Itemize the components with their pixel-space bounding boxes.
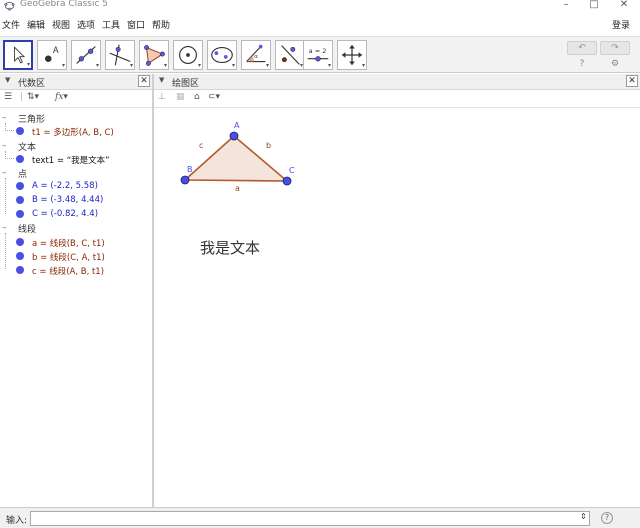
algebra-item-point-a[interactable]: A = (-2.2, 5.58) — [32, 181, 98, 191]
svg-text:α: α — [254, 54, 258, 60]
toolbar: ▾ A ▾ ▾ ▾ ▾ ▾ ▾ α ▾ ▾ a = 2 ▾ ▾ ↶ ↷ ? ⚙ — [0, 36, 640, 73]
visibility-dot[interactable] — [16, 127, 24, 135]
input-field[interactable] — [30, 511, 590, 526]
menu-tools[interactable]: 工具 — [102, 18, 120, 31]
collapse-icon[interactable]: – — [2, 113, 7, 123]
algebra-panel-title: 代数区 — [18, 79, 46, 89]
visibility-dot[interactable] — [16, 155, 24, 163]
maximize-button[interactable]: □ — [584, 0, 604, 13]
input-help-icon[interactable]: ? — [601, 512, 613, 524]
menu-window[interactable]: 窗口 — [127, 18, 145, 31]
circle-tool-button[interactable]: ▾ — [173, 40, 203, 70]
group-label-points: 点 — [18, 170, 28, 180]
input-history-arrow-icon[interactable]: ⇕ — [580, 512, 587, 521]
menu-bar: 文件 编辑 视图 选项 工具 窗口 帮助 登录 — [0, 14, 640, 34]
menu-options[interactable]: 选项 — [77, 18, 95, 31]
angle-tool-button[interactable]: α ▾ — [241, 40, 271, 70]
panel-menu-triangle-icon[interactable]: ▼ — [159, 76, 164, 84]
point-tool-button[interactable]: A ▾ — [37, 40, 67, 70]
graphics-panel-header: ▼ 绘图区 ✕ — [154, 74, 640, 90]
slider-tool-button[interactable]: a = 2 ▾ — [303, 40, 333, 70]
algebra-view: – 三角形 t1 = 多边形(A, B, C) – 文本 text1 = “我是… — [0, 108, 152, 507]
menu-edit[interactable]: 编辑 — [27, 18, 45, 31]
algebra-item-point-c[interactable]: C = (-0.82, 4.4) — [32, 209, 98, 219]
algebra-item-segment-c[interactable]: c = 线段(A, B, t1) — [32, 265, 104, 277]
algebra-panel-header: ▼ 代数区 ✕ — [0, 74, 152, 90]
window-title: GeoGebra Classic 5 — [20, 0, 109, 9]
reflect-tool-button[interactable]: ▾ — [275, 40, 305, 70]
group-label-triangle: 三角形 — [18, 115, 46, 125]
graphics-view[interactable] — [154, 108, 640, 507]
close-window-button[interactable]: ✕ — [614, 0, 634, 13]
redo-button[interactable]: ↷ — [600, 41, 630, 55]
collapse-icon[interactable]: – — [2, 141, 7, 151]
visibility-dot[interactable] — [16, 196, 24, 204]
algebra-style-bar: ☰ | ⇅▾ fx▾ — [0, 90, 152, 108]
collapse-icon[interactable]: – — [2, 168, 7, 178]
line-tool-button[interactable]: ▾ — [71, 40, 101, 70]
move-tool-button[interactable]: ▾ — [3, 40, 33, 70]
settings-gear-icon[interactable]: ⚙ — [608, 58, 622, 70]
visibility-dot[interactable] — [16, 238, 24, 246]
group-label-text: 文本 — [18, 143, 37, 153]
collapse-icon[interactable]: – — [2, 223, 7, 233]
axes-toggle-icon[interactable]: ⊥ — [158, 92, 166, 102]
svg-text:A: A — [53, 45, 59, 55]
title-bar: GeoGebra Classic 5 – □ ✕ — [0, 0, 640, 14]
perpendicular-line-tool-button[interactable]: ▾ — [105, 40, 135, 70]
panel-menu-triangle-icon[interactable]: ▼ — [5, 76, 10, 84]
menu-view[interactable]: 视图 — [52, 18, 70, 31]
point-capturing-icon[interactable]: ⊂▾ — [208, 92, 220, 102]
auxiliary-objects-icon[interactable]: ☰ — [4, 92, 12, 102]
polygon-tool-button[interactable]: ▾ — [139, 40, 169, 70]
visibility-dot[interactable] — [16, 182, 24, 190]
toolbar-help-icon[interactable]: ? — [575, 58, 589, 70]
input-bar: 输入: ⇕ ? — [0, 507, 640, 528]
menu-file[interactable]: 文件 — [2, 18, 20, 31]
move-graphics-tool-button[interactable]: ▾ — [337, 40, 367, 70]
visibility-dot[interactable] — [16, 266, 24, 274]
close-algebra-panel-button[interactable]: ✕ — [138, 75, 150, 87]
algebra-item-point-b[interactable]: B = (-3.48, 4.44) — [32, 195, 103, 205]
svg-text:a = 2: a = 2 — [309, 47, 327, 55]
grid-toggle-icon[interactable]: ▦ — [176, 92, 185, 102]
algebra-item-t1[interactable]: t1 = 多边形(A, B, C) — [32, 126, 114, 138]
graphics-style-bar: ⊥ ▦ ⌂ ⊂▾ — [154, 90, 640, 108]
input-label: 输入: — [6, 516, 28, 526]
menu-help[interactable]: 帮助 — [152, 18, 170, 31]
login-link[interactable]: 登录 — [612, 18, 630, 31]
group-label-segments: 线段 — [18, 225, 37, 235]
conic-tool-button[interactable]: ▾ — [207, 40, 237, 70]
description-mode-icon[interactable]: fx▾ — [55, 92, 68, 102]
close-graphics-panel-button[interactable]: ✕ — [626, 75, 638, 87]
canvas-text-text1[interactable]: 我是文本 — [200, 237, 260, 258]
algebra-item-text1[interactable]: text1 = “我是文本” — [32, 154, 110, 166]
algebra-item-segment-b[interactable]: b = 线段(C, A, t1) — [32, 251, 105, 263]
visibility-dot[interactable] — [16, 252, 24, 260]
minimize-button[interactable]: – — [556, 0, 576, 13]
home-icon[interactable]: ⌂ — [194, 92, 200, 102]
visibility-dot[interactable] — [16, 210, 24, 218]
algebra-item-segment-a[interactable]: a = 线段(B, C, t1) — [32, 237, 105, 249]
graphics-panel-title: 绘图区 — [172, 79, 200, 89]
undo-button[interactable]: ↶ — [567, 41, 597, 55]
sort-objects-icon[interactable]: ⇅▾ — [27, 92, 39, 102]
geogebra-logo-icon — [4, 1, 15, 11]
